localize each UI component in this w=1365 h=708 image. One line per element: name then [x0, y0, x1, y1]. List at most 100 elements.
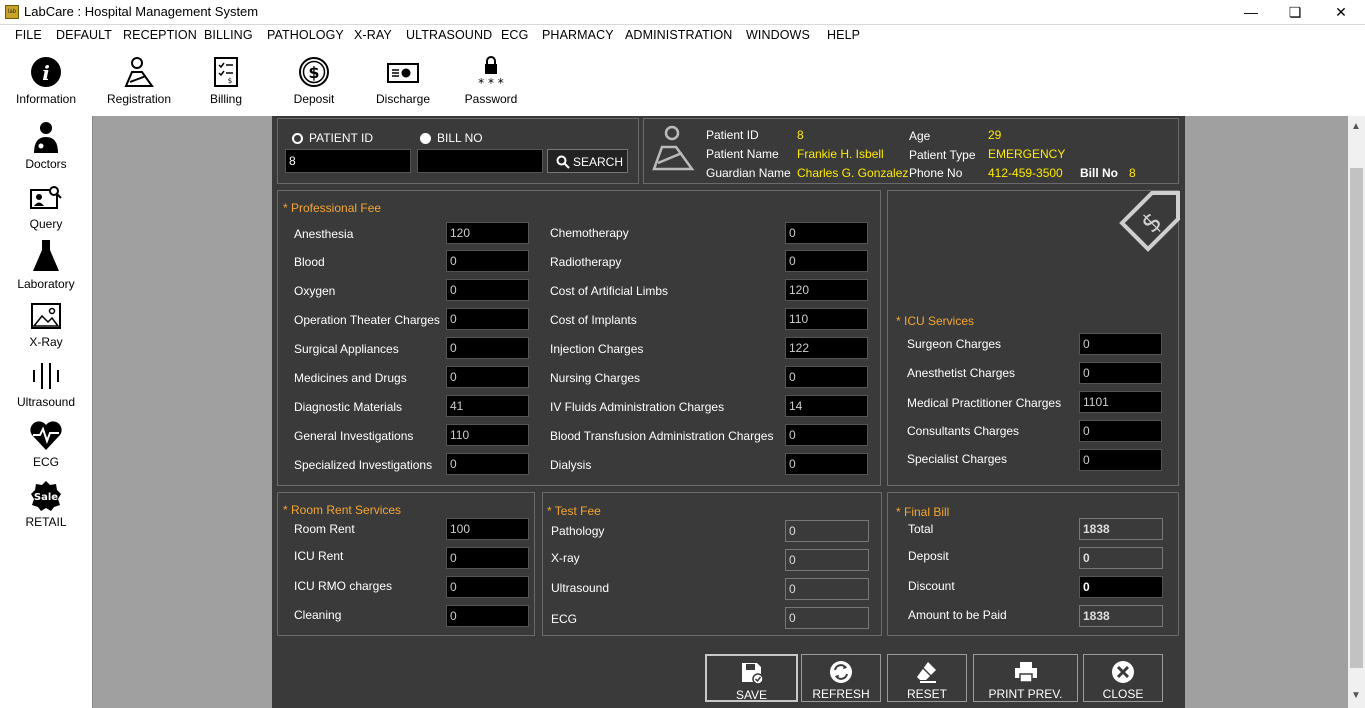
room-rent-panel: * Room Rent Services Room Rent ICU Rent …: [277, 492, 535, 636]
specialized-investigations-input[interactable]: [446, 453, 529, 475]
final-bill-panel: * Final Bill Total Deposit Discount Amou…: [887, 492, 1179, 636]
heart-ecg-icon: [30, 421, 62, 450]
dialysis-input[interactable]: [785, 453, 868, 475]
menu-pathology[interactable]: PATHOLOGY: [267, 28, 344, 42]
bill-no-input[interactable]: [417, 149, 543, 173]
svg-text:i: i: [42, 61, 50, 85]
print-preview-button[interactable]: PRINT PREV.: [973, 654, 1078, 702]
sidebar-item-doctors[interactable]: Doctors: [0, 120, 92, 171]
restore-button[interactable]: ❏: [1284, 2, 1306, 22]
anesthetist-charges-input[interactable]: [1079, 362, 1162, 384]
blood-transfusion-input[interactable]: [785, 424, 868, 446]
sidebar-item-ecg[interactable]: ECG: [0, 418, 92, 469]
image-icon: [31, 303, 61, 329]
consultants-charges-input[interactable]: [1079, 420, 1162, 442]
discharge-icon: [387, 63, 419, 83]
reset-button[interactable]: RESET: [887, 654, 967, 702]
menu-pharmacy[interactable]: PHARMACY: [542, 28, 614, 42]
chemotherapy-input[interactable]: [785, 222, 868, 244]
nursing-charges-input[interactable]: [785, 366, 868, 388]
patient-type-value: EMERGENCY: [988, 147, 1066, 161]
scroll-up-icon[interactable]: ▲: [1351, 121, 1361, 132]
amount-to-be-paid-field: [1079, 605, 1163, 627]
ultrasound-fee-field: [785, 578, 869, 600]
password-icon: * * *: [478, 56, 504, 88]
specialist-charges-input[interactable]: [1079, 449, 1162, 471]
bill-no-radio[interactable]: [420, 133, 431, 144]
operation-theater-input[interactable]: [446, 308, 529, 330]
icu-rent-input[interactable]: [446, 547, 529, 569]
injection-charges-input[interactable]: [785, 337, 868, 359]
icu-services-panel: $ * ICU Services Surgeon Charges Anesthe…: [887, 190, 1180, 486]
menu-windows[interactable]: WINDOWS: [746, 28, 810, 42]
radiotherapy-input[interactable]: [785, 250, 868, 272]
sidebar-item-ultrasound[interactable]: Ultrasound: [0, 360, 92, 409]
patient-id-value: 8: [797, 128, 804, 142]
oxygen-input[interactable]: [446, 279, 529, 301]
doctor-icon: [34, 122, 58, 153]
anesthesia-input[interactable]: [446, 222, 529, 244]
artificial-limbs-input[interactable]: [785, 279, 868, 301]
billing-button[interactable]: $ Billing: [181, 56, 271, 106]
svg-text:$: $: [308, 63, 319, 82]
menu-help[interactable]: HELP: [827, 28, 860, 42]
diagnostic-materials-input[interactable]: [446, 395, 529, 417]
menu-default[interactable]: DEFAULT: [56, 28, 112, 42]
search-button[interactable]: SEARCH: [547, 149, 628, 173]
information-button[interactable]: i Information: [1, 56, 91, 106]
printer-icon: [1014, 662, 1037, 683]
cleaning-input[interactable]: [446, 605, 529, 627]
age-value: 29: [988, 128, 1002, 142]
menu-administration[interactable]: ADMINISTRATION: [625, 28, 732, 42]
eraser-icon: [917, 662, 936, 683]
registration-button[interactable]: Registration: [94, 56, 184, 106]
menu-reception[interactable]: RECEPTION: [123, 28, 197, 42]
deposit-field: [1079, 547, 1163, 569]
patient-id-input[interactable]: [285, 149, 411, 173]
ecg-fee-field: [785, 607, 869, 629]
surgical-appliances-input[interactable]: [446, 337, 529, 359]
menu-billing[interactable]: BILLING: [204, 28, 253, 42]
deposit-icon: $: [299, 57, 329, 87]
minimize-button[interactable]: —: [1240, 2, 1262, 22]
menu-file[interactable]: FILE: [15, 28, 42, 42]
patient-icon: [652, 125, 695, 171]
registration-icon: [124, 57, 154, 87]
menu-ecg[interactable]: ECG: [501, 28, 528, 42]
sidebar-item-laboratory[interactable]: Laboratory: [0, 238, 92, 291]
scrollbar-thumb[interactable]: [1350, 168, 1363, 668]
icu-rmo-charges-input[interactable]: [446, 576, 529, 598]
scroll-down-icon[interactable]: ▼: [1351, 690, 1361, 701]
surgeon-charges-input[interactable]: [1079, 333, 1162, 355]
total-field: [1079, 518, 1163, 540]
close-button[interactable]: CLOSE: [1083, 654, 1163, 702]
implants-input[interactable]: [785, 308, 868, 330]
blood-input[interactable]: [446, 250, 529, 272]
vertical-scrollbar[interactable]: ▲ ▼: [1348, 116, 1365, 708]
sidebar-item-retail[interactable]: Sale RETAIL: [0, 480, 92, 529]
password-button[interactable]: * * * Password: [446, 56, 536, 106]
menu-xray[interactable]: X-RAY: [354, 28, 392, 42]
bill-no-value: 8: [1129, 166, 1136, 180]
price-tag-icon: $: [1119, 191, 1180, 252]
sidebar-item-query[interactable]: Query: [0, 184, 92, 231]
medical-practitioner-charges-input[interactable]: [1079, 391, 1162, 413]
deposit-button[interactable]: $ Deposit: [269, 56, 359, 106]
discount-input[interactable]: [1079, 576, 1163, 598]
medicines-drugs-input[interactable]: [446, 366, 529, 388]
flask-icon: [33, 240, 59, 271]
billing-form: PATIENT ID BILL NO SEARCH Patient ID 8 P…: [272, 116, 1185, 708]
close-window-button[interactable]: ✕: [1330, 2, 1352, 22]
patient-id-radio[interactable]: [292, 133, 303, 144]
phone-no-value: 412-459-3500: [988, 166, 1063, 180]
refresh-button[interactable]: REFRESH: [801, 654, 881, 702]
patient-name-value: Frankie H. Isbell: [797, 147, 884, 161]
sidebar-item-xray[interactable]: X-Ray: [0, 302, 92, 349]
iv-fluids-input[interactable]: [785, 395, 868, 417]
save-button[interactable]: SAVE: [705, 654, 798, 702]
discharge-button[interactable]: Discharge: [358, 56, 448, 106]
general-investigations-input[interactable]: [446, 424, 529, 446]
room-rent-input[interactable]: [446, 518, 529, 540]
close-icon: [1112, 661, 1134, 683]
menu-ultrasound[interactable]: ULTRASOUND: [406, 28, 492, 42]
